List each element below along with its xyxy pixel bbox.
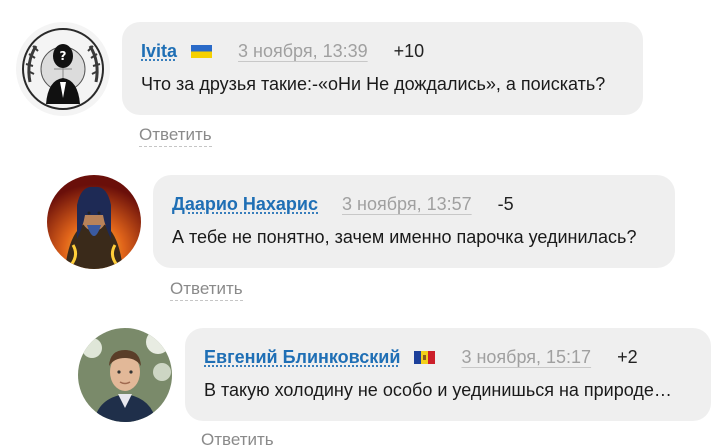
comment-score: +10 bbox=[393, 41, 425, 61]
comment-thread: ? Ivita 3 ноября, 13:39 +10 Что за друзь… bbox=[0, 0, 719, 446]
avatar[interactable]: ? bbox=[16, 22, 110, 116]
ua-flag-icon bbox=[191, 44, 213, 58]
avatar[interactable] bbox=[47, 175, 141, 269]
comment-text: А тебе не понятно, зачем именно парочка … bbox=[172, 227, 637, 247]
comment-date-link[interactable]: 3 ноября, 13:57 bbox=[342, 193, 472, 215]
comment-date-link[interactable]: 3 ноября, 13:39 bbox=[238, 40, 368, 62]
comment-date-link[interactable]: 3 ноября, 15:17 bbox=[461, 346, 591, 368]
comment-bubble: Ivita 3 ноября, 13:39 +10 Что за друзья … bbox=[122, 22, 643, 115]
comment-meta: Евгений Блинковский 3 ноября, 15:17 +2 bbox=[204, 345, 638, 369]
reply-button[interactable]: Ответить bbox=[201, 430, 274, 446]
comment-bubble: Даарио Нахарис 3 ноября, 13:57 -5 А тебе… bbox=[153, 175, 675, 268]
comment-bubble: Евгений Блинковский 3 ноября, 15:17 +2 В… bbox=[185, 328, 711, 421]
man-portrait-avatar-icon bbox=[78, 328, 172, 422]
md-flag-icon bbox=[414, 350, 436, 364]
svg-text:?: ? bbox=[60, 49, 67, 63]
author-link[interactable]: Даарио Нахарис bbox=[172, 193, 318, 215]
reply-button[interactable]: Ответить bbox=[139, 125, 212, 147]
comment-text: В такую холодину не особо и уединишься н… bbox=[204, 380, 672, 400]
author-link[interactable]: Ivita bbox=[141, 40, 177, 62]
comment-text: Что за друзья такие:-«оНи Не дождались»,… bbox=[141, 74, 606, 94]
comment-score: +2 bbox=[617, 347, 638, 367]
reply-button[interactable]: Ответить bbox=[170, 279, 243, 301]
comment-meta: Ivita 3 ноября, 13:39 +10 bbox=[141, 39, 424, 63]
comment-meta: Даарио Нахарис 3 ноября, 13:57 -5 bbox=[172, 192, 514, 216]
avatar[interactable] bbox=[78, 328, 172, 422]
dark-fantasy-character-avatar-icon bbox=[47, 175, 141, 269]
anonymous-mask-avatar-icon: ? bbox=[16, 22, 110, 116]
author-link[interactable]: Евгений Блинковский bbox=[204, 346, 400, 368]
comment-score: -5 bbox=[497, 194, 514, 214]
